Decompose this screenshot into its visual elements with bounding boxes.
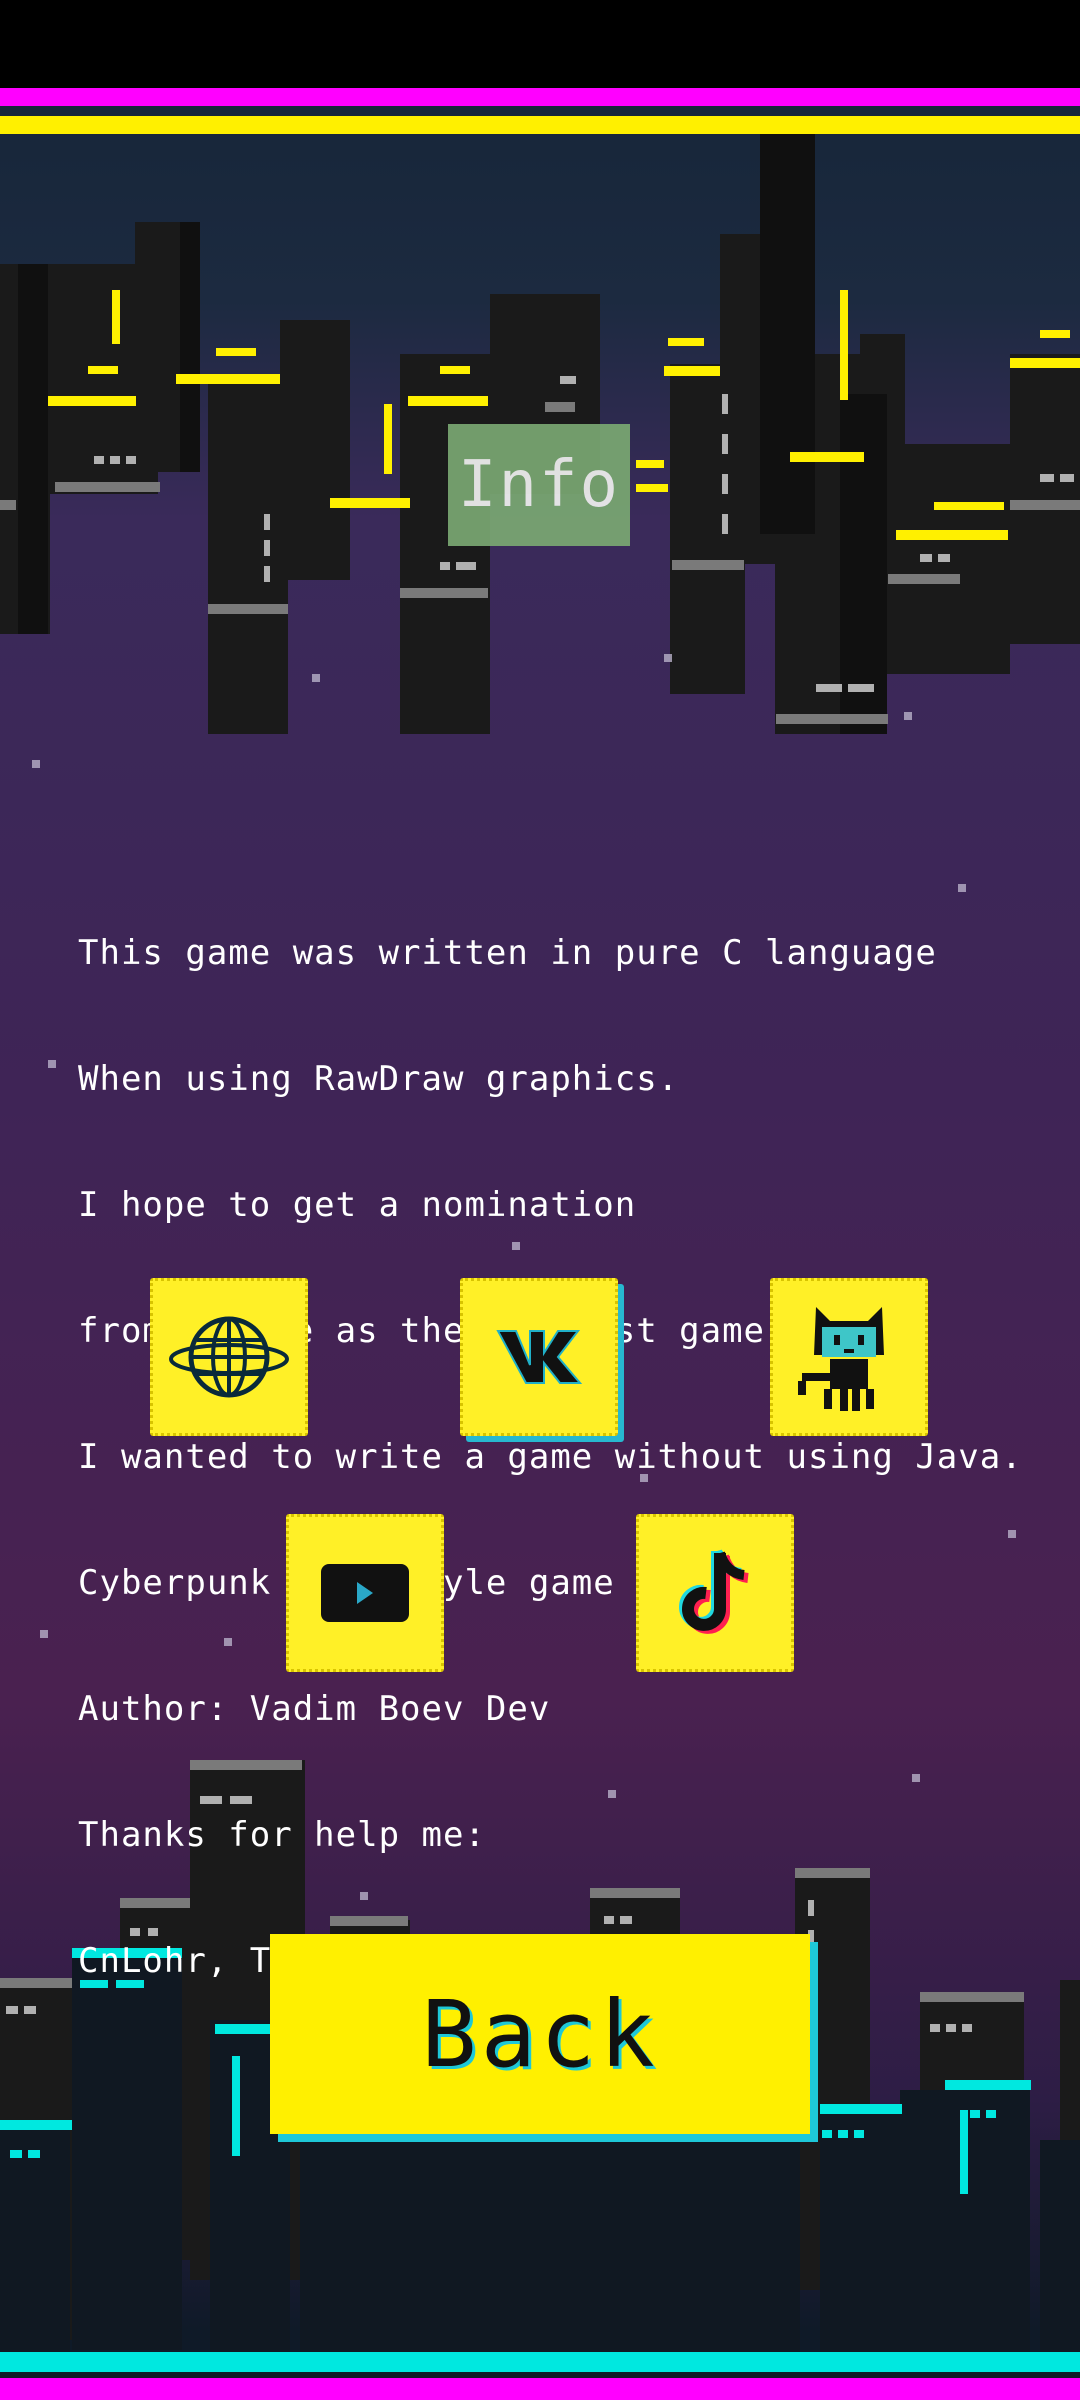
- tiktok-button[interactable]: [636, 1514, 794, 1672]
- github-button[interactable]: [770, 1278, 928, 1436]
- info-line: I wanted to write a game without using J…: [78, 1437, 1023, 1477]
- game-screen: Info This game was written in pure C lan…: [0, 0, 1080, 2400]
- bottom-cyan-stripe: [0, 2352, 1080, 2372]
- info-line: Cyberpunk 2077 style game: [78, 1563, 615, 1603]
- github-octocat-icon: [798, 1307, 884, 1411]
- vk-button[interactable]: [460, 1278, 618, 1436]
- info-line: Author: Vadim Boev Dev: [78, 1689, 551, 1729]
- website-button[interactable]: [150, 1278, 308, 1436]
- tiktok-icon: [679, 1549, 749, 1634]
- info-line: Thanks for help me:: [78, 1815, 486, 1855]
- info-line: When using RawDraw graphics.: [78, 1059, 680, 1099]
- status-bar-area: [0, 0, 1080, 88]
- info-line: This game was written in pure C language: [78, 933, 937, 973]
- top-magenta-stripe: [0, 88, 1080, 106]
- bottom-magenta-stripe: [0, 2378, 1080, 2400]
- info-text-block: This game was written in pure C language…: [78, 848, 1023, 2066]
- info-line: I hope to get a nomination: [78, 1185, 637, 1225]
- youtube-play-icon: [321, 1564, 409, 1622]
- page-title: Info: [448, 424, 630, 546]
- back-button[interactable]: Back: [270, 1934, 810, 2134]
- top-yellow-stripe: [0, 116, 1080, 134]
- globe-icon: [169, 1316, 289, 1398]
- vk-icon: [496, 1330, 583, 1384]
- youtube-button[interactable]: [286, 1514, 444, 1672]
